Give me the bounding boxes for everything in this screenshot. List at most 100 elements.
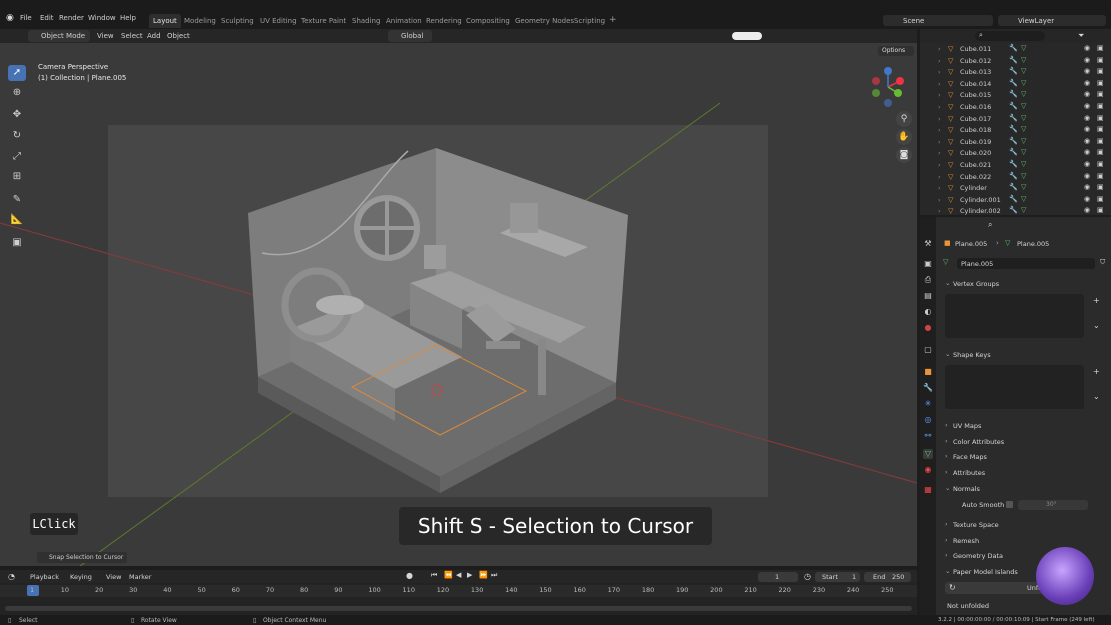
visibility-eye-icon[interactable]: ◉: [1084, 160, 1090, 168]
outliner-row[interactable]: › ▽ Cube.018 🔧 ▽ ◉ ▣: [920, 125, 1111, 137]
current-frame-field[interactable]: 1: [758, 572, 798, 582]
modifier-icon[interactable]: 🔧: [1009, 44, 1018, 52]
rotate-tool-icon[interactable]: ↻: [8, 128, 26, 144]
render-camera-icon[interactable]: ▣: [1097, 44, 1104, 52]
render-tab-icon[interactable]: ▣: [923, 259, 933, 269]
outliner-row[interactable]: › ▽ Cube.011 🔧 ▽ ◉ ▣: [920, 44, 1111, 56]
operator-panel[interactable]: Snap Selection to Cursor: [37, 552, 127, 563]
modifier-icon[interactable]: 🔧: [1009, 183, 1018, 191]
tab-animation[interactable]: Animation: [382, 14, 426, 28]
panel-uv-maps[interactable]: › UV Maps: [938, 419, 1108, 433]
modifier-icon[interactable]: 🔧: [1009, 172, 1018, 180]
visibility-eye-icon[interactable]: ◉: [1084, 125, 1090, 133]
modifier-tab-icon[interactable]: 🔧: [923, 383, 933, 393]
add-cube-tool-icon[interactable]: ▣: [8, 235, 26, 251]
modifier-icon[interactable]: 🔧: [1009, 148, 1018, 156]
modifier-icon[interactable]: 🔧: [1009, 67, 1018, 75]
panel-vertex-groups[interactable]: ⌄ Vertex Groups: [938, 277, 1108, 291]
blender-logo-icon[interactable]: ◉: [6, 13, 14, 23]
add-workspace-button[interactable]: +: [605, 12, 621, 26]
visibility-eye-icon[interactable]: ◉: [1084, 183, 1090, 191]
mesh-data-icon[interactable]: ▽: [1021, 67, 1026, 75]
outliner-row[interactable]: › ▽ Cylinder.001 🔧 ▽ ◉ ▣: [920, 195, 1111, 207]
tab-modeling[interactable]: Modeling: [180, 14, 220, 28]
mesh-data-icon[interactable]: ▽: [1021, 79, 1026, 87]
modifier-icon[interactable]: 🔧: [1009, 90, 1018, 98]
menu-keying[interactable]: Keying: [70, 573, 92, 581]
render-camera-icon[interactable]: ▣: [1097, 102, 1104, 110]
render-camera-icon[interactable]: ▣: [1097, 137, 1104, 145]
select-box-tool-icon[interactable]: ➚: [8, 65, 26, 81]
modifier-icon[interactable]: 🔧: [1009, 206, 1018, 214]
render-camera-icon[interactable]: ▣: [1097, 67, 1104, 75]
panel-texture-space[interactable]: › Texture Space: [938, 518, 1108, 532]
expand-arrow-icon[interactable]: ›: [938, 103, 941, 111]
mesh-data-icon[interactable]: ▽: [1021, 102, 1026, 110]
panel-face-maps[interactable]: › Face Maps: [938, 450, 1108, 464]
outliner-row[interactable]: › ▽ Cube.022 🔧 ▽ ◉ ▣: [920, 172, 1111, 184]
view-layer-selector[interactable]: ViewLayer: [998, 15, 1106, 26]
panel-shape-keys[interactable]: ⌄ Shape Keys: [938, 348, 1108, 362]
clock-icon[interactable]: ◔: [8, 572, 15, 581]
mesh-datablock-icon[interactable]: ▽: [943, 258, 948, 266]
visibility-eye-icon[interactable]: ◉: [1084, 137, 1090, 145]
record-icon[interactable]: ●: [406, 571, 413, 580]
tab-geometry-nodes[interactable]: Geometry Nodes: [511, 14, 578, 28]
measure-tool-icon[interactable]: 📐: [8, 212, 26, 228]
outliner-row[interactable]: › ▽ Cube.013 🔧 ▽ ◉ ▣: [920, 67, 1111, 79]
render-camera-icon[interactable]: ▣: [1097, 125, 1104, 133]
render-camera-icon[interactable]: ▣: [1097, 56, 1104, 64]
menu-help[interactable]: Help: [120, 14, 136, 22]
orientation-dropdown[interactable]: Global: [388, 30, 432, 42]
vertex-groups-list[interactable]: [945, 294, 1084, 338]
modifier-icon[interactable]: 🔧: [1009, 56, 1018, 64]
menu-window[interactable]: Window: [88, 14, 116, 22]
auto-smooth-angle-field[interactable]: 30°: [1018, 500, 1088, 510]
shading-mode-buttons[interactable]: [732, 32, 762, 40]
visibility-eye-icon[interactable]: ◉: [1084, 102, 1090, 110]
scene-selector[interactable]: Scene: [883, 15, 993, 26]
modifier-icon[interactable]: 🔧: [1009, 114, 1018, 122]
tab-sculpting[interactable]: Sculpting: [217, 14, 258, 28]
menu-object[interactable]: Object: [167, 32, 190, 40]
menu-file[interactable]: File: [20, 14, 32, 22]
mesh-data-icon[interactable]: ▽: [1021, 137, 1026, 145]
mesh-data-icon[interactable]: ▽: [1021, 160, 1026, 168]
zoom-icon[interactable]: ⚲: [896, 111, 912, 127]
tab-shading[interactable]: Shading: [348, 14, 384, 28]
modifier-icon[interactable]: 🔧: [1009, 137, 1018, 145]
expand-arrow-icon[interactable]: ›: [938, 149, 941, 157]
next-key-icon[interactable]: ⏩: [479, 571, 488, 579]
outliner-row[interactable]: › ▽ Cube.021 🔧 ▽ ◉ ▣: [920, 160, 1111, 172]
menu-select[interactable]: Select: [121, 32, 143, 40]
render-camera-icon[interactable]: ▣: [1097, 148, 1104, 156]
panel-color-attributes[interactable]: › Color Attributes: [938, 435, 1108, 449]
3d-viewport[interactable]: Camera Perspective (1) Collection | Plan…: [0, 43, 917, 566]
vertex-group-menu-icon[interactable]: ⌄: [1093, 321, 1100, 330]
visibility-eye-icon[interactable]: ◉: [1084, 148, 1090, 156]
fake-user-shield-icon[interactable]: ⛉: [1100, 258, 1105, 267]
end-frame-field[interactable]: End 250: [864, 572, 911, 582]
modifier-icon[interactable]: 🔧: [1009, 195, 1018, 203]
expand-arrow-icon[interactable]: ›: [938, 184, 941, 192]
outliner-row[interactable]: › ▽ Cube.019 🔧 ▽ ◉ ▣: [920, 137, 1111, 149]
shape-keys-list[interactable]: [945, 365, 1084, 409]
collection-tab-icon[interactable]: ▢: [923, 345, 933, 355]
visibility-eye-icon[interactable]: ◉: [1084, 79, 1090, 87]
tab-texture-paint[interactable]: Texture Paint: [297, 14, 350, 28]
transform-tool-icon[interactable]: ⊞: [8, 169, 26, 185]
view-layer-tab-icon[interactable]: ▤: [923, 291, 933, 301]
tab-scripting[interactable]: Scripting: [570, 14, 609, 28]
panel-attributes[interactable]: › Attributes: [938, 466, 1108, 480]
camera-view-icon[interactable]: ◙: [896, 147, 912, 163]
mesh-data-icon[interactable]: ▽: [1021, 195, 1026, 203]
expand-arrow-icon[interactable]: ›: [938, 68, 941, 76]
expand-arrow-icon[interactable]: ›: [938, 91, 941, 99]
scene-tab-icon[interactable]: ◐: [923, 307, 933, 317]
modifier-icon[interactable]: 🔧: [1009, 125, 1018, 133]
auto-smooth-checkbox[interactable]: [1006, 501, 1013, 508]
outliner-row[interactable]: › ▽ Cylinder 🔧 ▽ ◉ ▣: [920, 183, 1111, 195]
world-tab-icon[interactable]: ●: [923, 323, 933, 333]
mesh-data-icon[interactable]: ▽: [1021, 56, 1026, 64]
modifier-icon[interactable]: 🔧: [1009, 79, 1018, 87]
